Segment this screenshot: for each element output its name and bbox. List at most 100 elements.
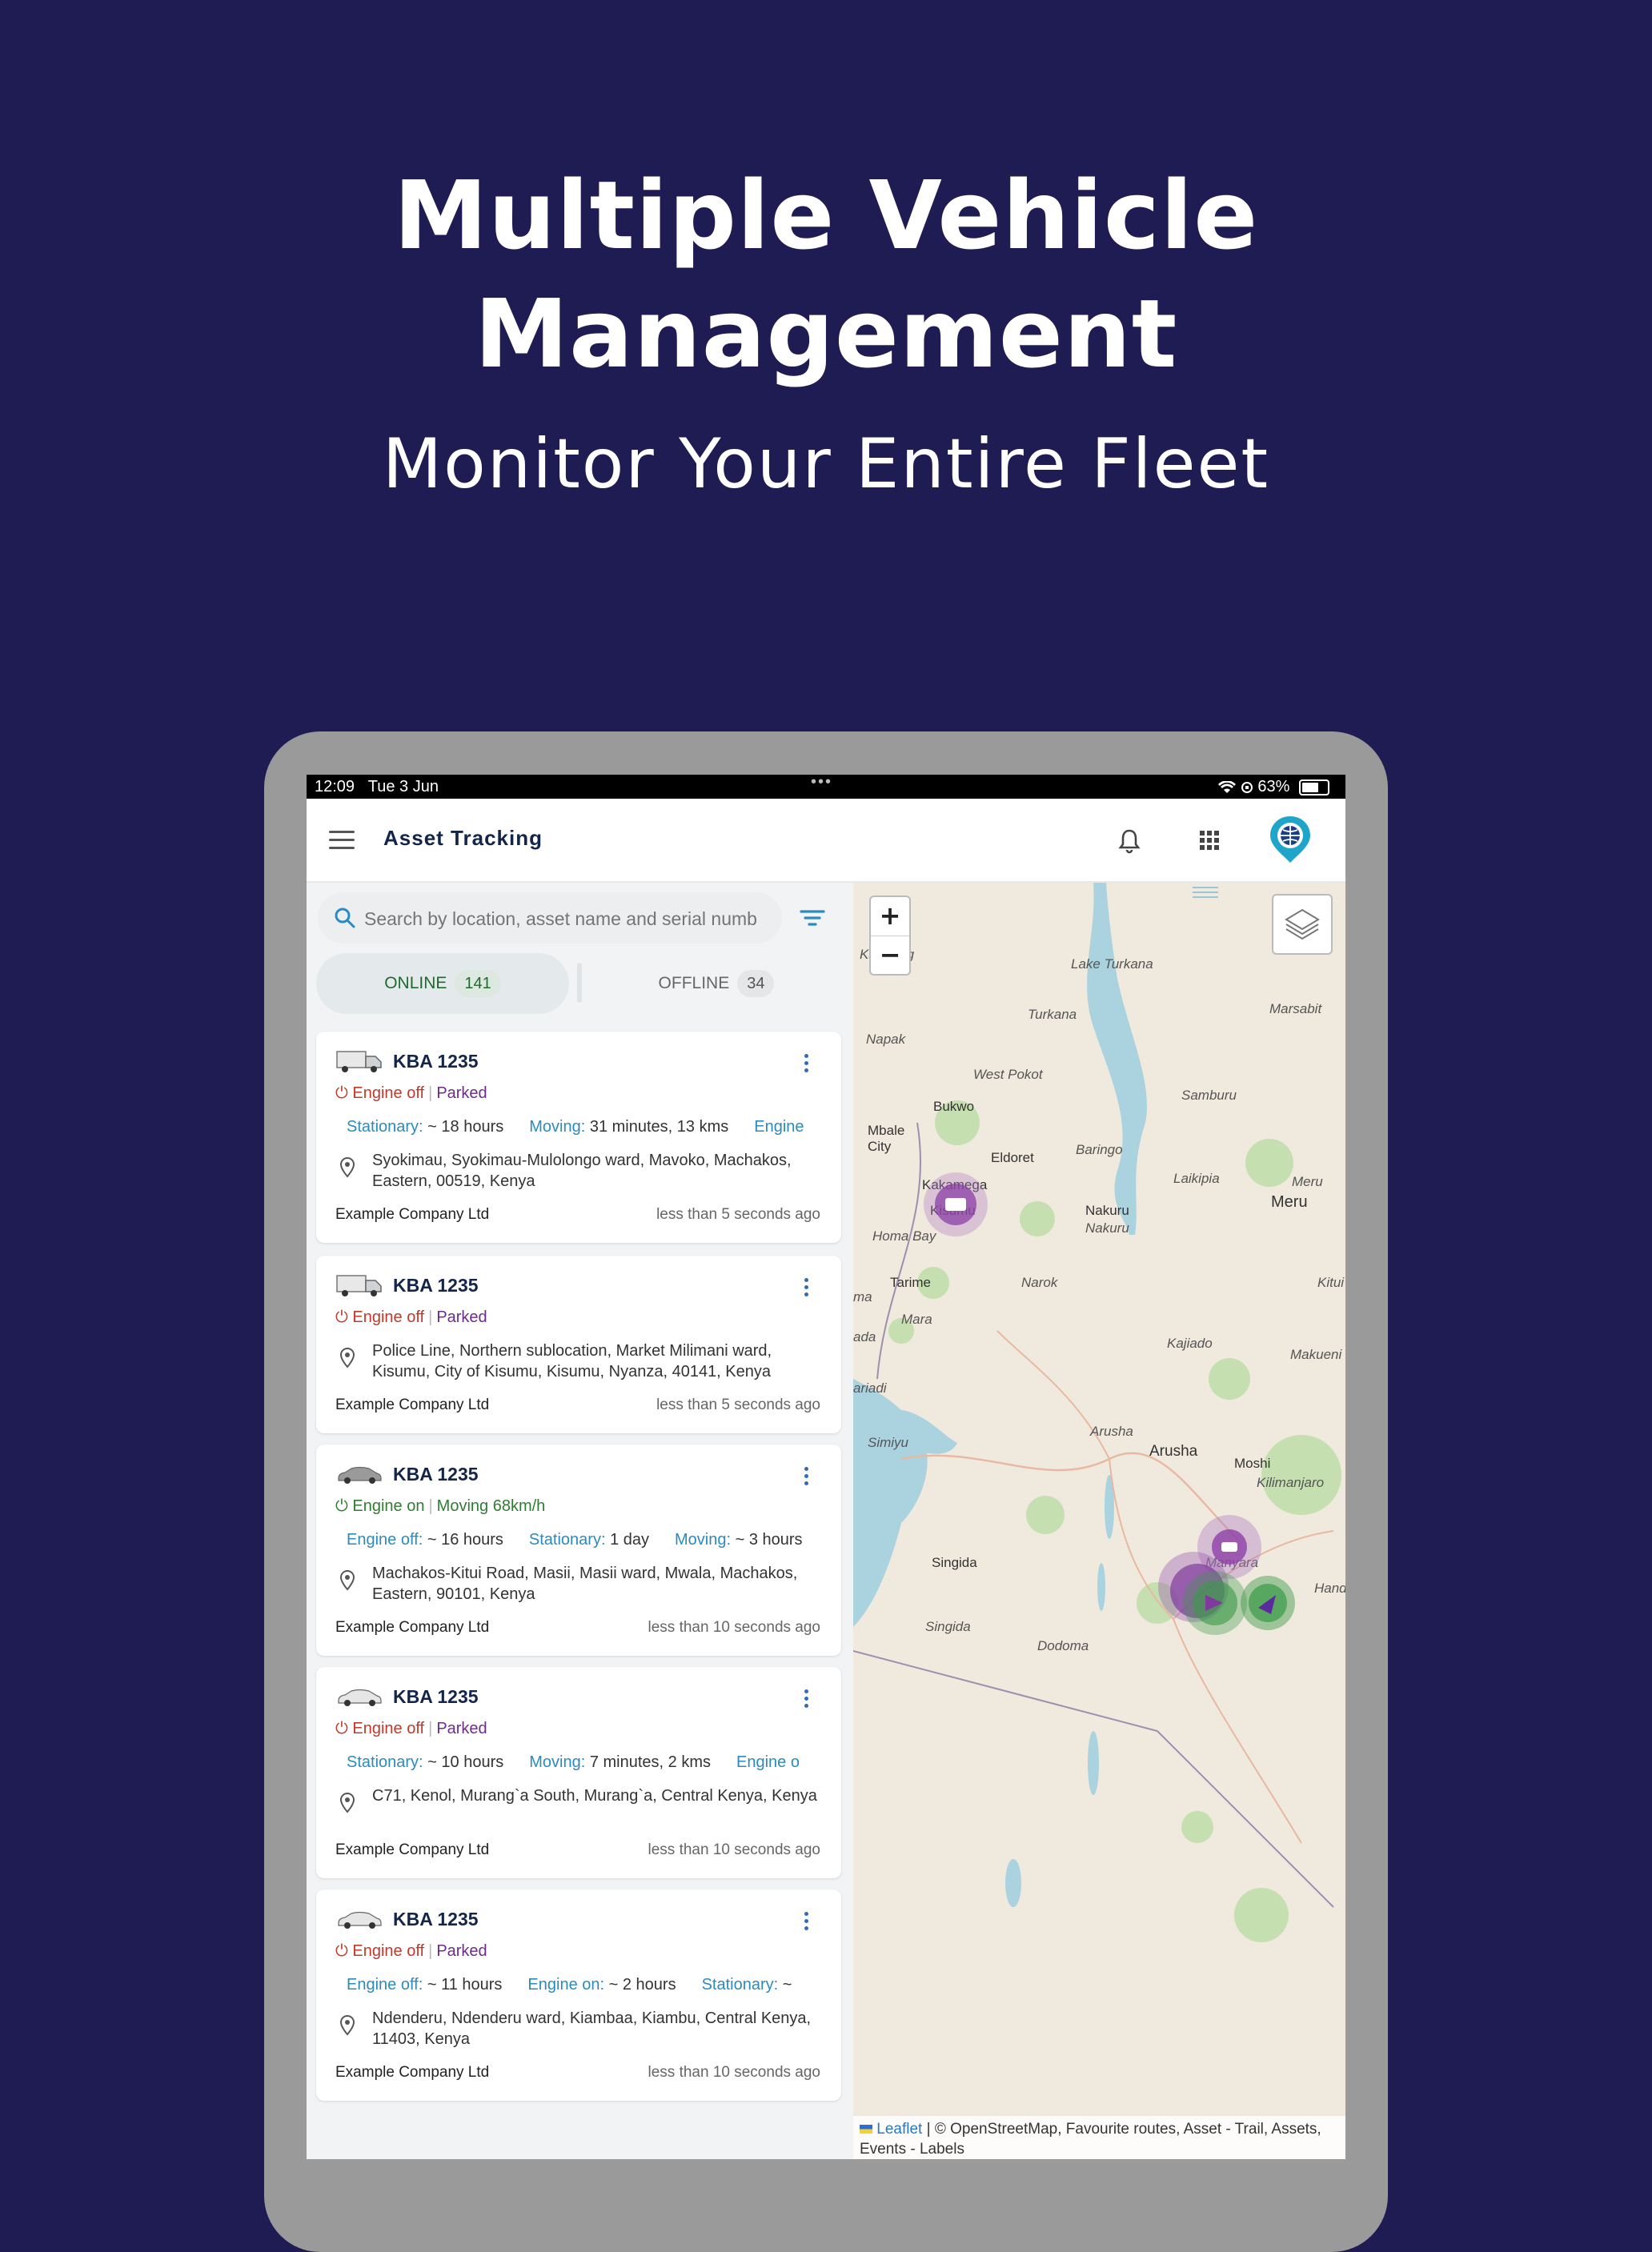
asset-card[interactable]: KBA 1235 ⏻ Engine off | Parked Police Line… <box>316 1256 841 1433</box>
engine-status: Engine off <box>352 1084 425 1102</box>
location-pin-icon <box>339 1569 355 1591</box>
attribution-text: | © OpenStreetMap, Favourite routes, Ass… <box>860 2121 1321 2158</box>
asset-address: C71, Kenol, Murang`a South, Murang`a, Ce… <box>372 1787 817 1805</box>
engine-status: Engine on <box>352 1497 425 1515</box>
search-icon <box>335 908 355 928</box>
asset-plate: KBA 1235 <box>393 1051 479 1072</box>
map-attribution: Leaflet | © OpenStreetMap, Favourite rou… <box>853 2116 1345 2159</box>
orientation-lock-icon <box>1241 781 1253 793</box>
asset-address: Police Line, Northern sublocation, Marke… <box>372 1342 772 1380</box>
app-title: Asset Tracking <box>383 826 543 850</box>
zoom-control: + − <box>869 896 911 976</box>
asset-plate: KBA 1235 <box>393 1909 479 1929</box>
tab-offline-label: OFFLINE <box>658 974 730 992</box>
hero-title-line1: Multiple Vehicle <box>393 160 1259 270</box>
layers-button[interactable] <box>1272 894 1333 955</box>
car-icon <box>338 1466 382 1484</box>
company-name: Example Company Ltd <box>335 1396 490 1413</box>
tab-online-label: ONLINE <box>384 974 447 992</box>
more-vert-icon[interactable] <box>804 1689 809 1709</box>
more-vert-icon[interactable] <box>804 1912 809 1931</box>
hero-title: Multiple Vehicle Management <box>0 156 1652 393</box>
motion-status: Parked <box>436 1084 487 1102</box>
asset-card[interactable]: KBA 1235 ⏻ Engine off | Parked Stationary:… <box>316 1032 841 1243</box>
stats-line: Stationary: ~ 10 hours Moving: 7 minutes,… <box>347 1753 800 1771</box>
map-markers <box>924 1172 1295 1635</box>
asset-card[interactable]: KBA 1235 ⏻ Engine on | Moving 68km/h Engin… <box>316 1445 841 1656</box>
stats-line: Engine off: ~ 16 hours Stationary: 1 day M… <box>347 1531 803 1549</box>
truck-icon <box>336 1275 382 1296</box>
asset-list-panel: ONLINE 141 OFFLINE 34 KBA 1235 ⏻ Engine of… <box>307 883 853 2159</box>
motion-status: Parked <box>436 1942 487 1960</box>
more-vert-icon[interactable] <box>804 1467 809 1486</box>
last-update: less than 5 seconds ago <box>656 1396 820 1413</box>
tab-offline[interactable]: OFFLINE 34 <box>588 953 844 1014</box>
search-bar <box>318 892 782 945</box>
truck-icon <box>336 1051 382 1072</box>
last-update: less than 10 seconds ago <box>648 2064 821 2081</box>
menu-icon[interactable] <box>329 831 355 850</box>
company-name: Example Company Ltd <box>335 1841 490 1858</box>
last-update: less than 5 seconds ago <box>656 1206 820 1223</box>
app-bar: Asset Tracking <box>307 799 1345 883</box>
hero-subtitle: Monitor Your Entire Fleet <box>382 424 1270 504</box>
multitask-dots-icon[interactable]: ••• <box>811 775 832 794</box>
location-pin-icon <box>339 1156 355 1178</box>
asset-address: Ndenderu, Ndenderu ward, Kiambaa, Kiambu… <box>372 2010 812 2048</box>
zoom-in-button[interactable]: + <box>871 897 909 936</box>
status-tabs: ONLINE 141 OFFLINE 34 <box>316 953 844 1014</box>
stats-line: Engine off: ~ 11 hours Engine on: ~ 2 hou… <box>347 1976 792 1994</box>
battery-percent: 63% <box>1257 778 1290 795</box>
globe-pin-logo-icon[interactable] <box>1267 815 1313 864</box>
asset-plate: KBA 1235 <box>393 1275 479 1296</box>
motion-status: Moving 68km/h <box>436 1497 546 1515</box>
map-feature-icon <box>1193 887 1218 898</box>
leaflet-link[interactable]: Leaflet <box>876 2121 922 2138</box>
zoom-out-button[interactable]: − <box>871 936 909 975</box>
engine-status: Engine off <box>352 1720 425 1737</box>
company-name: Example Company Ltd <box>335 1206 490 1223</box>
last-update: less than 10 seconds ago <box>648 1619 821 1636</box>
tab-online[interactable]: ONLINE 141 <box>316 953 569 1014</box>
asset-card[interactable]: KBA 1235 ⏻ Engine off | Parked Engine off:… <box>316 1889 841 2101</box>
tab-divider <box>577 963 582 1003</box>
search-input[interactable] <box>363 892 774 945</box>
more-vert-icon[interactable] <box>804 1054 809 1073</box>
asset-address: Machakos-Kitui Road, Masii, Masii ward, … <box>372 1565 798 1603</box>
power-icon: ⏻ <box>335 1497 353 1515</box>
engine-status: Engine off <box>352 1942 425 1960</box>
motion-status: Parked <box>436 1720 487 1737</box>
tab-online-count: 141 <box>455 970 501 997</box>
asset-marker-cluster-machakos <box>1158 1515 1295 1635</box>
asset-address: Syokimau, Syokimau-Mulolongo ward, Mavok… <box>372 1152 792 1190</box>
status-bar: 12:09 Tue 3 Jun ••• 63% <box>307 775 1345 799</box>
more-vert-icon[interactable] <box>804 1278 809 1297</box>
last-update: less than 10 seconds ago <box>648 1841 821 1858</box>
location-pin-icon <box>339 1347 355 1368</box>
battery-icon <box>1299 779 1329 795</box>
power-icon: ⏻ <box>335 1308 353 1326</box>
apps-grid-icon[interactable] <box>1190 821 1229 860</box>
tab-offline-count: 34 <box>737 970 775 997</box>
map-view[interactable]: Kaabong Lake Turkana Marsabit Turkana Na… <box>853 883 1345 2159</box>
power-icon: ⏻ <box>335 1720 353 1737</box>
motion-status: Parked <box>436 1308 487 1326</box>
company-name: Example Company Ltd <box>335 1619 490 1636</box>
power-icon: ⏻ <box>335 1942 353 1960</box>
tablet-screen: 12:09 Tue 3 Jun ••• 63% Asset Tracking S… <box>307 775 1345 2159</box>
status-date: Tue 3 Jun <box>367 778 439 795</box>
filter-icon[interactable] <box>796 902 828 934</box>
asset-plate: KBA 1235 <box>393 1686 479 1707</box>
asset-card[interactable]: KBA 1235 ⏻ Engine off | Parked Stationary:… <box>316 1667 841 1878</box>
wifi-icon <box>1218 779 1237 793</box>
car-icon <box>338 1911 382 1929</box>
asset-marker-kisumu <box>924 1172 988 1236</box>
ukraine-flag-icon <box>860 2125 872 2134</box>
bell-icon[interactable] <box>1110 821 1149 860</box>
engine-status: Engine off <box>352 1308 425 1326</box>
location-pin-icon <box>339 1792 355 1813</box>
layers-icon <box>1285 908 1320 940</box>
stats-line: Stationary: ~ 18 hours Moving: 31 minutes… <box>347 1118 804 1136</box>
power-icon: ⏻ <box>335 1084 353 1102</box>
status-time: 12:09 <box>315 778 355 795</box>
